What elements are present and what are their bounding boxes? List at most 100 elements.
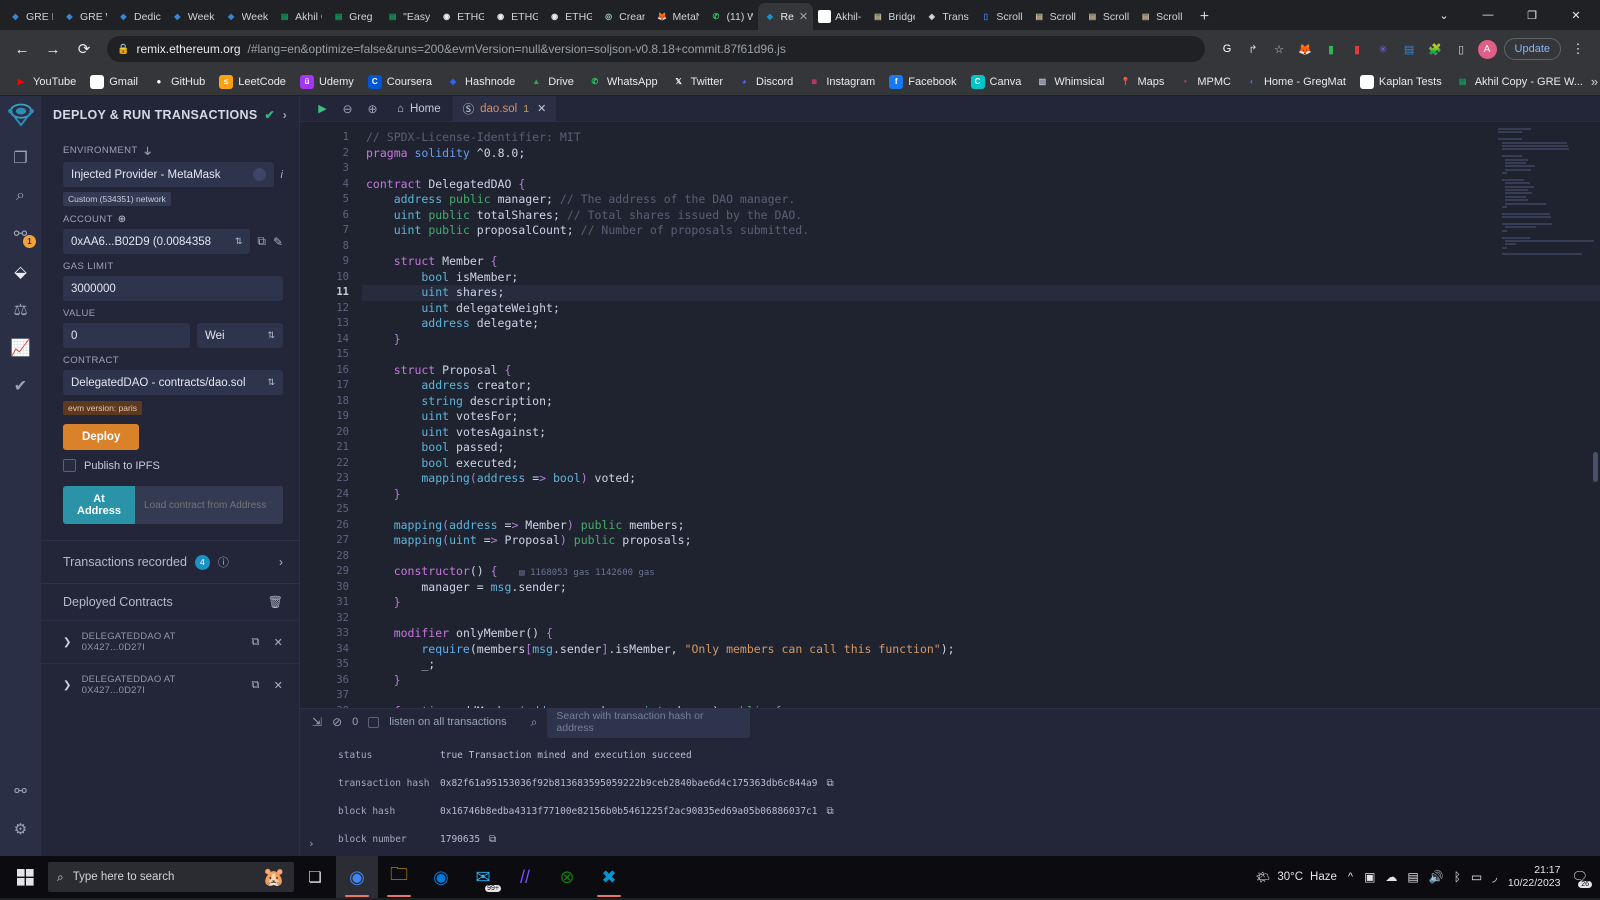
- bookmarks-overflow-button[interactable]: »: [1591, 74, 1600, 89]
- browser-tab[interactable]: ◆ Re ✕: [758, 3, 814, 30]
- contract-stepper-icon[interactable]: ⇅: [267, 378, 275, 387]
- browser-tab[interactable]: ◉ ETHGl: [543, 3, 597, 30]
- clock[interactable]: 21:17 10/22/2023: [1508, 864, 1561, 890]
- close-icon[interactable]: ✕: [537, 102, 546, 115]
- sidepanel-icon[interactable]: ▯: [1452, 40, 1471, 59]
- update-button[interactable]: Update: [1503, 38, 1561, 60]
- extension-blue-icon[interactable]: ▤: [1400, 40, 1419, 59]
- bookmark-item[interactable]: ✆ WhatsApp: [582, 72, 664, 92]
- deployed-contract-item[interactable]: ❯ DELEGATEDDAO AT 0X427...0D27I ⧉ ✕: [41, 663, 299, 706]
- contract-select[interactable]: DelegatedDAO - contracts/dao.sol ⇅: [63, 370, 283, 395]
- environment-info-icon[interactable]: i: [281, 169, 283, 181]
- value-input[interactable]: 0: [63, 323, 190, 348]
- vscode-icon[interactable]: ✖: [588, 856, 630, 898]
- bookmark-item[interactable]: f Facebook: [883, 72, 962, 92]
- plus-circle-icon[interactable]: ⊕: [118, 214, 127, 225]
- bookmark-item[interactable]: 𝕏 Twitter: [666, 72, 729, 92]
- google-icon[interactable]: G: [1218, 40, 1237, 59]
- edge-icon[interactable]: ◉: [420, 856, 462, 898]
- copy-icon[interactable]: ⧉: [257, 234, 266, 249]
- bookmark-item[interactable]: ü Udemy: [294, 72, 360, 92]
- environment-stepper-icon[interactable]: [252, 168, 266, 181]
- bookmark-item[interactable]: ◐ Home - GregMat: [1239, 72, 1352, 92]
- tray-chevron-icon[interactable]: ^: [1348, 871, 1353, 883]
- browser-tab[interactable]: ▯ Scroll: [974, 3, 1027, 30]
- bookmark-star-icon[interactable]: ☆: [1270, 40, 1289, 59]
- bookmark-item[interactable]: ◆ Hashnode: [440, 72, 521, 92]
- copy-icon[interactable]: ⧉: [827, 778, 834, 789]
- value-unit-stepper-icon[interactable]: ⇅: [267, 331, 275, 340]
- code-minimap[interactable]: [1498, 128, 1595, 293]
- profile-avatar[interactable]: A: [1477, 39, 1497, 59]
- transactions-recorded-section[interactable]: Transactions recorded 4 ⓘ ›: [41, 541, 299, 583]
- file-explorer-icon[interactable]: ❐: [0, 139, 41, 177]
- bookmark-item[interactable]: ◙ Instagram: [801, 72, 881, 92]
- code-content[interactable]: // SPDX-License-Identifier: MIT pragma so…: [358, 122, 1600, 708]
- browser-tab[interactable]: ● Akhil-: [813, 3, 866, 30]
- browser-tab[interactable]: ◉ ETHGl: [435, 3, 489, 30]
- bookmark-item[interactable]: M Gmail: [84, 72, 144, 92]
- file-explorer-icon[interactable]: 🗀: [378, 856, 420, 898]
- browser-tab[interactable]: ◆ GRE W: [58, 3, 112, 30]
- start-button[interactable]: [2, 868, 48, 886]
- reload-button[interactable]: ⟳: [70, 35, 98, 63]
- at-address-input[interactable]: [135, 486, 283, 524]
- share-icon[interactable]: ↱: [1244, 40, 1263, 59]
- chrome-icon[interactable]: ◉: [336, 856, 378, 898]
- terminal-search-input[interactable]: Search with transaction hash or address: [547, 706, 751, 738]
- chevrons-icon[interactable]: ⇲: [312, 715, 322, 729]
- chevron-right-icon[interactable]: ❯: [63, 637, 72, 648]
- editor-scrollbar-thumb[interactable]: [1593, 452, 1598, 482]
- extensions-puzzle-icon[interactable]: 🧩: [1426, 40, 1445, 59]
- home-tab[interactable]: ⌂ Home: [385, 96, 453, 122]
- bookmark-item[interactable]: ≤ LeetCode: [213, 72, 292, 92]
- close-icon[interactable]: ✕: [274, 636, 283, 649]
- bookmark-item[interactable]: C Canva: [965, 72, 1028, 92]
- browser-tab[interactable]: ◆ Dedic: [112, 3, 166, 30]
- bookmark-item[interactable]: ▤ Akhil Copy - GRE W...: [1450, 72, 1589, 92]
- plugin-manager-icon[interactable]: ⚯: [0, 772, 41, 810]
- publish-ipfs-row[interactable]: Publish to IPFS: [63, 459, 283, 472]
- bookmark-item[interactable]: ▲ Drive: [523, 72, 580, 92]
- environment-select[interactable]: Injected Provider - MetaMask: [63, 162, 274, 187]
- browser-tab[interactable]: ◈ Transa: [920, 3, 974, 30]
- bookmark-item[interactable]: ▥ Whimsical: [1029, 72, 1110, 92]
- bookmark-item[interactable]: ◕ Discord: [731, 72, 799, 92]
- copy-icon[interactable]: ⧉: [252, 636, 260, 649]
- browser-tab[interactable]: ◆ Week: [166, 3, 220, 30]
- back-button[interactable]: ←: [8, 35, 36, 63]
- xbox-icon[interactable]: ⊗: [546, 856, 588, 898]
- bookmark-item[interactable]: • MPMC: [1172, 72, 1237, 92]
- tab-dao-sol[interactable]: Ⓢ dao.sol 1 ✕: [452, 95, 557, 122]
- settings-gear-icon[interactable]: ⚙: [0, 810, 41, 848]
- screen-share-icon[interactable]: ▤: [1407, 870, 1418, 884]
- panel-collapse-chevron-icon[interactable]: ›: [283, 108, 287, 122]
- browser-tab[interactable]: ◆ GRE M: [4, 3, 58, 30]
- app-purple-icon[interactable]: //: [504, 856, 546, 898]
- chevron-right-icon[interactable]: ❯: [63, 680, 72, 691]
- browser-tab[interactable]: ✆ (11) W: [704, 3, 758, 30]
- close-icon[interactable]: ✕: [799, 10, 808, 23]
- mail-icon[interactable]: ✉ 99+: [462, 856, 504, 898]
- minimize-button[interactable]: —: [1466, 0, 1510, 30]
- browser-tab[interactable]: ▤ Scroll: [1134, 3, 1187, 30]
- browser-tab[interactable]: ◎ Crear: [597, 3, 650, 30]
- copy-icon[interactable]: ⧉: [489, 834, 496, 845]
- account-stepper-icon[interactable]: ⇅: [235, 237, 243, 246]
- info-icon[interactable]: ⓘ: [218, 554, 229, 570]
- trash-icon[interactable]: 🗑: [268, 595, 283, 609]
- cloud-icon[interactable]: ☁: [1385, 870, 1397, 884]
- account-select[interactable]: 0xAA6...B02D9 (0.0084358 ⇅: [63, 229, 251, 254]
- browser-tab[interactable]: ▤ Bridge: [866, 3, 920, 30]
- terminal-expand-arrow[interactable]: ›: [308, 837, 315, 850]
- browser-tab[interactable]: ▤ Greg M: [327, 3, 381, 30]
- extension-red-icon[interactable]: ▮: [1348, 40, 1367, 59]
- publish-ipfs-checkbox[interactable]: [63, 459, 76, 472]
- search-icon[interactable]: ⌕: [531, 715, 538, 730]
- bookmark-item[interactable]: K Kaplan Tests: [1354, 72, 1448, 92]
- bookmark-item[interactable]: 📍 Maps: [1112, 72, 1170, 92]
- new-tab-button[interactable]: +: [1191, 4, 1217, 30]
- browser-tab[interactable]: ▤ "Easy": [381, 3, 435, 30]
- browser-tab[interactable]: ◆ Week: [220, 3, 274, 30]
- browser-menu-button[interactable]: ⋮: [1564, 35, 1592, 63]
